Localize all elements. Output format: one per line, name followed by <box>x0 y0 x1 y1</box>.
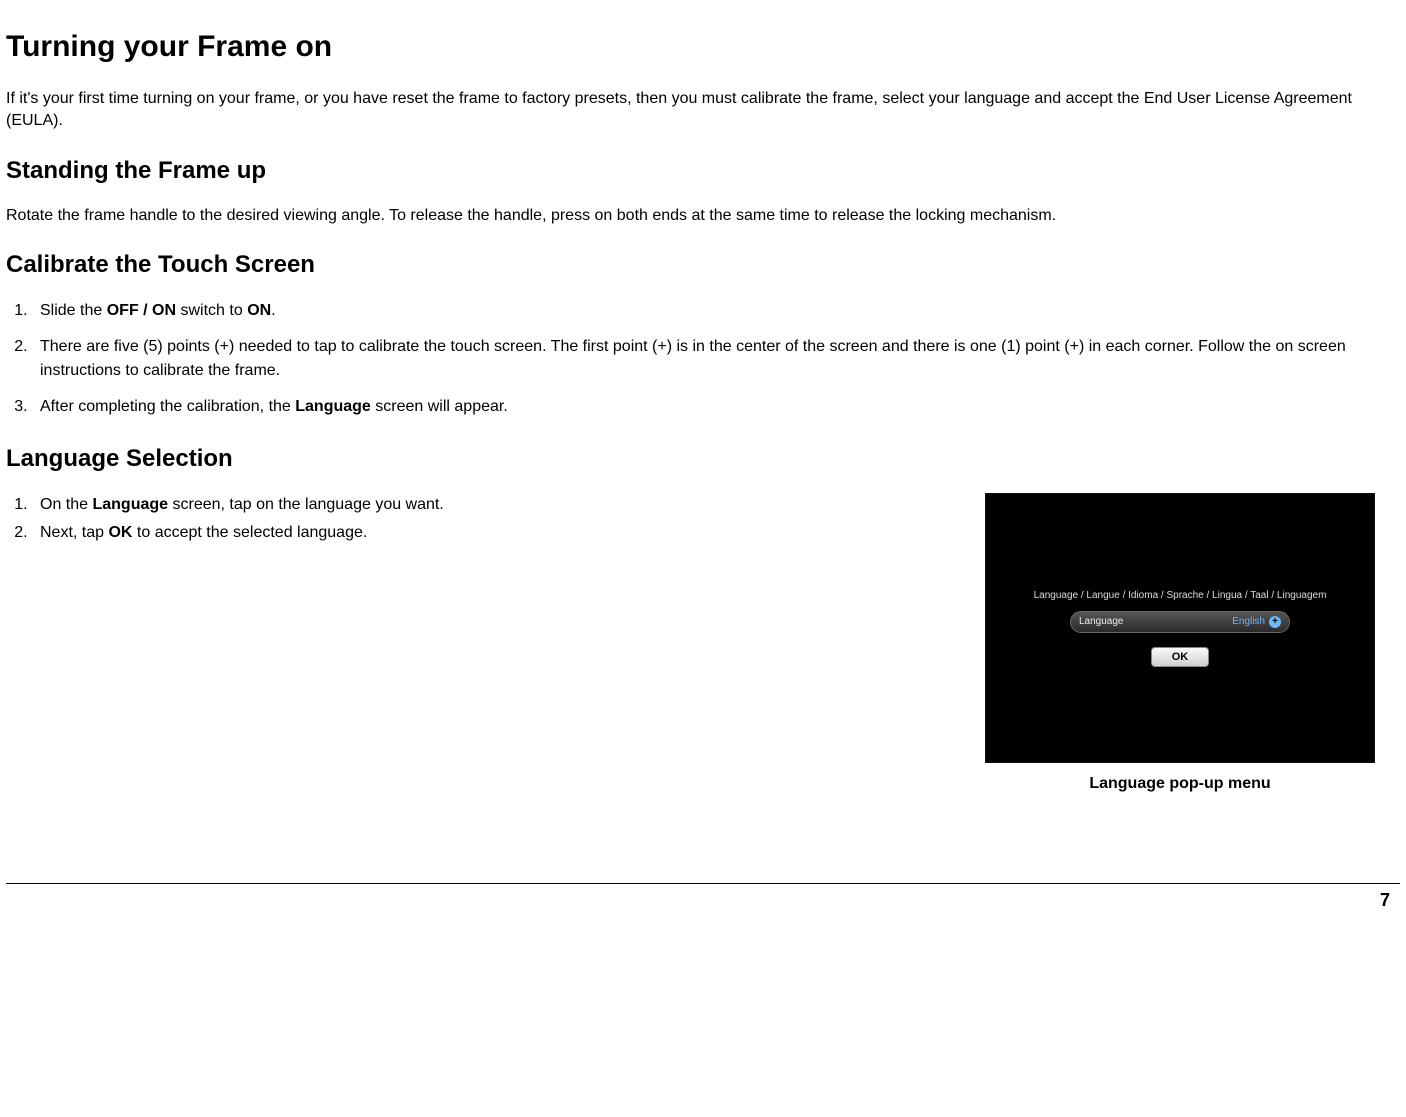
language-list: On the Language screen, tap on the langu… <box>32 493 920 545</box>
device-title-line: Language / Langue / Idioma / Sprache / L… <box>1034 590 1327 601</box>
list-item: Slide the OFF / ON switch to ON. <box>32 299 1400 323</box>
bold-text: OFF / ON <box>107 302 176 319</box>
list-item: After completing the calibration, the La… <box>32 395 1400 419</box>
page-title: Turning your Frame on <box>6 30 1400 64</box>
bold-text: ON <box>247 302 271 319</box>
language-heading: Language Selection <box>6 445 1400 473</box>
bold-text: OK <box>108 524 132 541</box>
text-fragment: There are five (5) points (+) needed to … <box>40 338 1346 379</box>
page-number: 7 <box>1380 890 1400 910</box>
intro-paragraph: If it's your first time turning on your … <box>6 88 1400 133</box>
text-fragment: On the <box>40 496 92 513</box>
text-fragment: . <box>271 302 275 319</box>
device-screenshot: Language / Langue / Idioma / Sprache / L… <box>985 493 1375 763</box>
list-item: On the Language screen, tap on the langu… <box>32 493 920 517</box>
two-column-row: On the Language screen, tap on the langu… <box>6 493 1400 793</box>
standing-body: Rotate the frame handle to the desired v… <box>6 205 1400 227</box>
page-footer: 7 <box>6 883 1400 911</box>
language-row-value: English + <box>1232 616 1281 628</box>
text-fragment: Next, tap <box>40 524 108 541</box>
list-item: Next, tap OK to accept the selected lang… <box>32 521 920 545</box>
ok-button[interactable]: OK <box>1151 647 1209 667</box>
language-row-label: Language <box>1079 616 1124 627</box>
language-selector-row[interactable]: Language English + <box>1070 611 1290 633</box>
figure-caption: Language pop-up menu <box>960 775 1400 793</box>
calibrate-heading: Calibrate the Touch Screen <box>6 251 1400 279</box>
text-fragment: to accept the selected language. <box>132 524 367 541</box>
bold-text: Language <box>92 496 168 513</box>
text-fragment: switch to <box>176 302 247 319</box>
bold-text: Language <box>295 398 371 415</box>
language-value-text: English <box>1232 616 1265 627</box>
text-fragment: screen, tap on the language you want. <box>168 496 444 513</box>
text-fragment: After completing the calibration, the <box>40 398 295 415</box>
right-column: Language / Langue / Idioma / Sprache / L… <box>960 493 1400 793</box>
manual-page: Turning your Frame on If it's your first… <box>0 0 1406 931</box>
plus-icon[interactable]: + <box>1269 616 1281 628</box>
list-item: There are five (5) points (+) needed to … <box>32 335 1400 383</box>
calibrate-list: Slide the OFF / ON switch to ON. There a… <box>32 299 1400 419</box>
text-fragment: Slide the <box>40 302 107 319</box>
text-fragment: screen will appear. <box>371 398 508 415</box>
standing-heading: Standing the Frame up <box>6 157 1400 185</box>
left-column: On the Language screen, tap on the langu… <box>6 493 920 793</box>
